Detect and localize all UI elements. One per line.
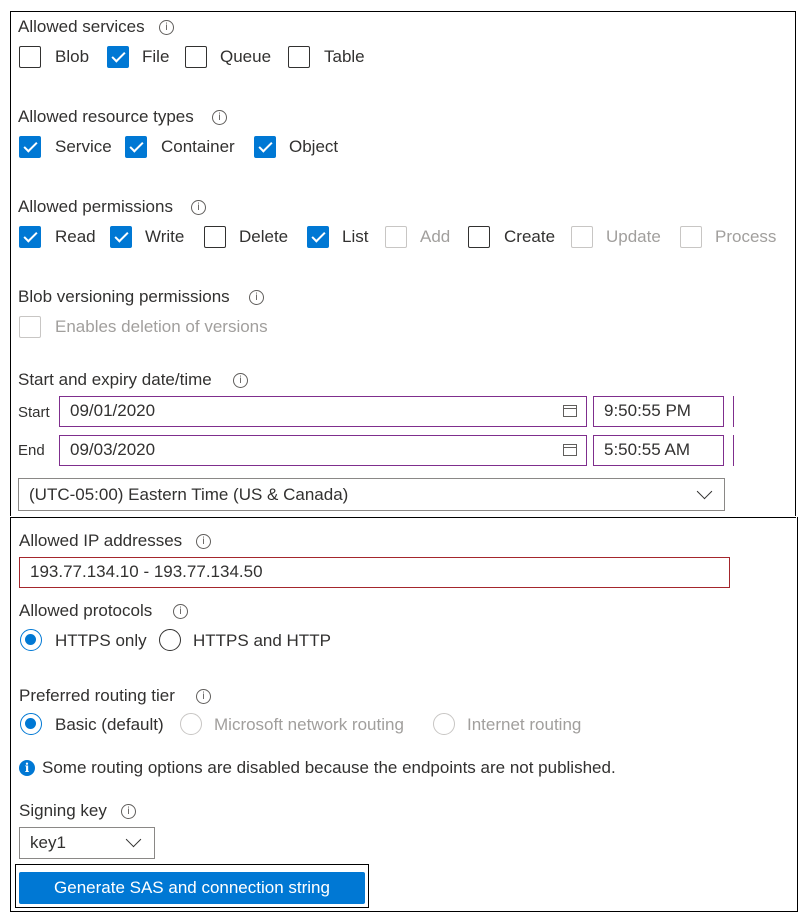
validation-bar — [733, 435, 734, 466]
frame-right-upper — [795, 11, 796, 516]
checkbox-create-label: Create — [504, 227, 556, 246]
checkbox-file[interactable] — [107, 46, 129, 68]
signing-key-title: Signing key — [19, 801, 107, 820]
checkbox-delete-label: Delete — [239, 227, 289, 246]
end-date-value: 09/03/2020 — [70, 440, 156, 459]
frame-left-upper — [10, 11, 11, 516]
checkbox-read-label: Read — [55, 227, 96, 246]
info-icon[interactable]: i — [191, 200, 206, 215]
end-label: End — [18, 442, 45, 459]
radio-https-and-http[interactable] — [159, 629, 181, 651]
generate-sas-button[interactable]: Generate SAS and connection string — [19, 872, 365, 904]
checkbox-container-label: Container — [161, 137, 235, 156]
calendar-icon[interactable] — [563, 405, 577, 417]
blob-versioning-title: Blob versioning permissions — [18, 287, 230, 306]
checkbox-service-label: Service — [55, 137, 112, 156]
frame-left-lower — [10, 517, 11, 911]
checkbox-process-label: Process — [715, 227, 777, 246]
ip-address-value: 193.77.134.10 - 193.77.134.50 — [30, 562, 263, 581]
checkbox-list[interactable] — [307, 226, 329, 248]
resource-types-title: Allowed resource types — [18, 107, 194, 126]
radio-basic[interactable] — [20, 713, 42, 735]
frame-divider — [10, 517, 796, 518]
checkbox-object-label: Object — [289, 137, 339, 156]
checkbox-write[interactable] — [110, 226, 132, 248]
start-label: Start — [18, 404, 50, 421]
start-date-input[interactable]: 09/01/2020 — [59, 396, 587, 427]
checkbox-blob[interactable] — [19, 46, 41, 68]
radio-https-only[interactable] — [20, 629, 42, 651]
checkbox-delete[interactable] — [204, 226, 226, 248]
checkbox-object[interactable] — [254, 136, 276, 158]
frame-bottom — [10, 911, 798, 912]
routing-tier-title: Preferred routing tier — [19, 686, 175, 705]
allowed-services-title: Allowed services — [18, 17, 145, 36]
checkbox-queue-label: Queue — [220, 47, 272, 66]
info-icon[interactable]: i — [196, 689, 211, 704]
end-date-input[interactable]: 09/03/2020 — [59, 435, 587, 466]
checkbox-read[interactable] — [19, 226, 41, 248]
frame-top — [10, 11, 796, 12]
checkbox-list-label: List — [342, 227, 369, 246]
checkbox-create[interactable] — [468, 226, 490, 248]
protocols-title: Allowed protocols — [19, 601, 153, 620]
info-icon[interactable]: i — [121, 804, 136, 819]
checkbox-queue[interactable] — [185, 46, 207, 68]
date-time-title: Start and expiry date/time — [18, 370, 212, 389]
info-icon[interactable]: i — [173, 604, 188, 619]
info-filled-icon: i — [19, 760, 35, 776]
routing-note: Some routing options are disabled becaus… — [42, 758, 616, 777]
info-icon[interactable]: i — [249, 290, 264, 305]
checkbox-service[interactable] — [19, 136, 41, 158]
checkbox-update-label: Update — [606, 227, 661, 246]
checkbox-table-label: Table — [324, 47, 365, 66]
end-time-input[interactable]: 5:50:55 AM — [593, 435, 724, 466]
checkbox-container[interactable] — [125, 136, 147, 158]
checkbox-update — [571, 226, 593, 248]
radio-https-only-label: HTTPS only — [55, 631, 147, 650]
info-icon[interactable]: i — [159, 20, 174, 35]
start-time-input[interactable]: 9:50:55 PM — [593, 396, 724, 427]
radio-internet-routing-label: Internet routing — [467, 715, 582, 734]
calendar-icon[interactable] — [563, 444, 577, 456]
checkbox-enables-deletion — [19, 316, 41, 338]
allowed-ip-title: Allowed IP addresses — [19, 531, 183, 550]
start-time-value: 9:50:55 PM — [604, 401, 691, 420]
permissions-title: Allowed permissions — [18, 197, 173, 216]
radio-https-and-http-label: HTTPS and HTTP — [193, 631, 331, 650]
checkbox-add-label: Add — [420, 227, 451, 246]
ip-address-input[interactable]: 193.77.134.10 - 193.77.134.50 — [19, 557, 730, 588]
checkbox-file-label: File — [142, 47, 170, 66]
checkbox-table[interactable] — [288, 46, 310, 68]
radio-microsoft-routing — [180, 713, 202, 735]
timezone-value: (UTC-05:00) Eastern Time (US & Canada) — [29, 485, 349, 504]
radio-basic-label: Basic (default) — [55, 715, 164, 734]
checkbox-add — [385, 226, 407, 248]
validation-bar — [733, 396, 734, 427]
radio-internet-routing — [433, 713, 455, 735]
radio-microsoft-routing-label: Microsoft network routing — [214, 715, 404, 734]
checkbox-write-label: Write — [145, 227, 185, 246]
timezone-select[interactable]: (UTC-05:00) Eastern Time (US & Canada) — [18, 478, 725, 511]
checkbox-enables-deletion-label: Enables deletion of versions — [55, 317, 268, 336]
checkbox-blob-label: Blob — [55, 47, 90, 66]
checkbox-process — [680, 226, 702, 248]
info-icon[interactable]: i — [233, 373, 248, 388]
end-time-value: 5:50:55 AM — [604, 440, 691, 459]
start-date-value: 09/01/2020 — [70, 401, 156, 420]
frame-right-lower — [797, 517, 798, 911]
info-icon[interactable]: i — [212, 110, 227, 125]
info-icon[interactable]: i — [196, 534, 211, 549]
signing-key-value: key1 — [30, 833, 66, 852]
